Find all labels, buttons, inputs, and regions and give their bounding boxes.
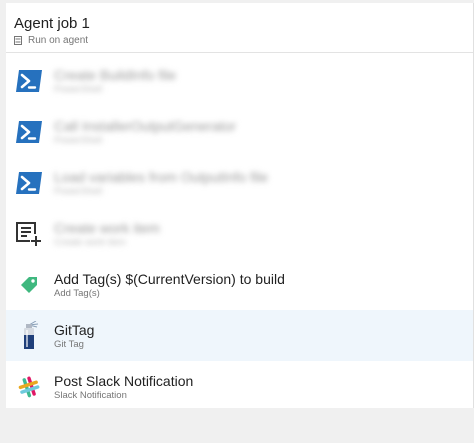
create-work-item-icon (14, 219, 44, 249)
task-name: Create work item (54, 219, 160, 236)
task-item[interactable]: Call InstallerOutputGenerator PowerShell (6, 106, 473, 157)
task-item[interactable]: Load variables from OutputInfo file Powe… (6, 157, 473, 208)
task-item-selected[interactable]: GitTag Git Tag (6, 310, 473, 361)
pipeline-panel: Agent job 1 Run on agent Create BuildInf… (6, 3, 474, 408)
tag-icon (14, 270, 44, 300)
job-subtitle: Run on agent (28, 35, 89, 46)
agent-server-icon (14, 36, 22, 45)
task-list: Create BuildInfo file PowerShell Call In… (6, 55, 473, 412)
powershell-icon (14, 117, 44, 147)
task-name: Load variables from OutputInfo file (54, 168, 269, 185)
task-name: Call InstallerOutputGenerator (54, 117, 237, 134)
job-title: Agent job 1 (14, 15, 90, 32)
powershell-icon (14, 168, 44, 198)
agent-job-header[interactable]: Agent job 1 Run on agent (6, 3, 473, 53)
task-type: PowerShell (54, 185, 103, 197)
task-type: PowerShell (54, 83, 103, 95)
task-item[interactable]: Add Tag(s) $(CurrentVersion) to build Ad… (6, 259, 473, 310)
task-name: GitTag (54, 321, 95, 338)
task-name: Add Tag(s) $(CurrentVersion) to build (54, 270, 285, 287)
task-type: Git Tag (54, 338, 84, 350)
job-subtitle-row: Run on agent (14, 35, 473, 46)
task-item[interactable]: Create work item Create work item (6, 208, 473, 259)
task-type: Create work item (54, 236, 126, 248)
git-tag-icon (14, 320, 44, 351)
task-type: Slack Notification (54, 389, 127, 401)
task-item[interactable]: Post Slack Notification Slack Notificati… (6, 361, 473, 412)
powershell-icon (14, 66, 44, 96)
task-name: Create BuildInfo file (54, 66, 177, 83)
task-type: Add Tag(s) (54, 287, 100, 299)
task-item[interactable]: Create BuildInfo file PowerShell (6, 55, 473, 106)
task-name: Post Slack Notification (54, 372, 194, 389)
task-type: PowerShell (54, 134, 103, 146)
slack-icon (14, 372, 44, 402)
